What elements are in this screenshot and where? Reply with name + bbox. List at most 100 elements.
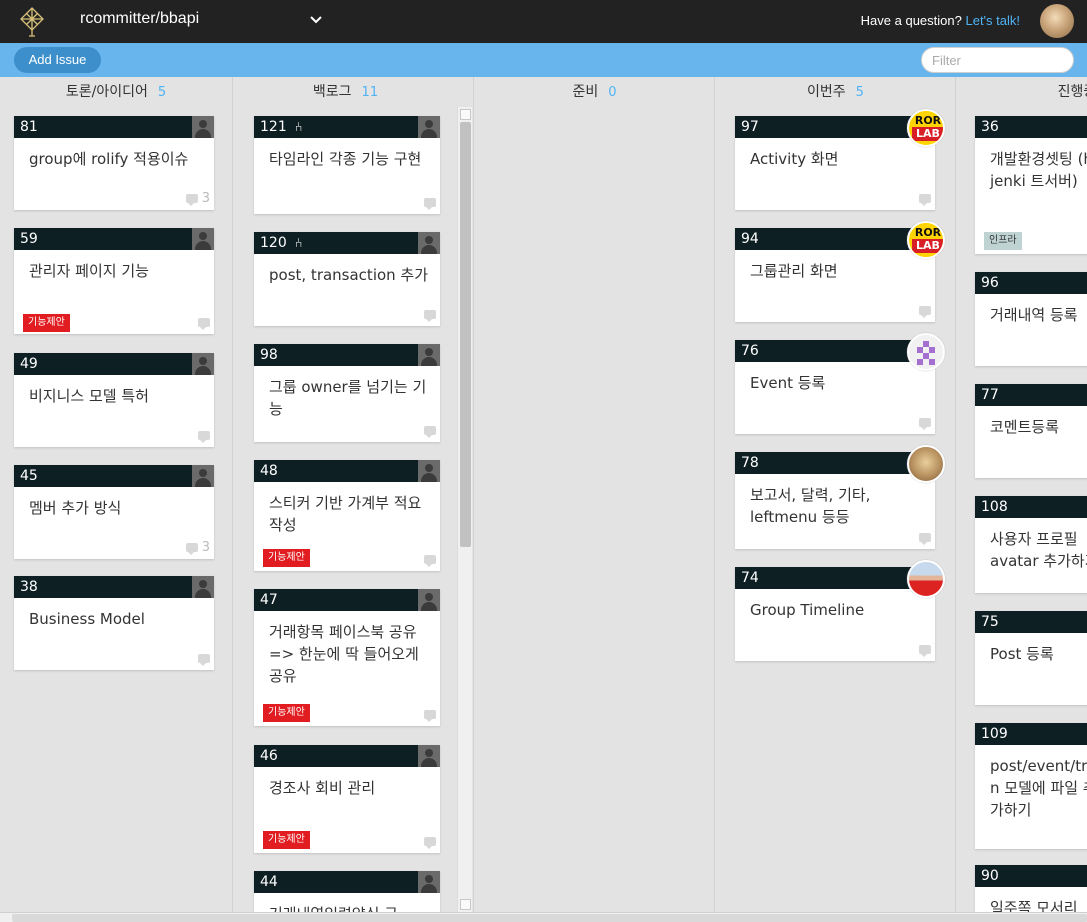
issue-card[interactable]: 96 거래내역 등록 xyxy=(975,272,1087,366)
comment-count xyxy=(919,192,931,206)
issue-card[interactable]: 75 Post 등록 xyxy=(975,611,1087,705)
issue-title[interactable]: 개발환경셋팅 (huboard, jenki 트서버) xyxy=(990,148,1087,192)
issue-card[interactable]: 121 ⑃ 타임라인 각종 기능 구현 xyxy=(254,116,440,214)
chevron-down-icon[interactable] xyxy=(309,15,323,25)
issue-card[interactable]: 97 ROR LAB Activity 화면 xyxy=(735,109,945,210)
issue-title[interactable]: 관리자 페이지 기능 xyxy=(29,260,204,282)
issue-number: 38 xyxy=(14,576,214,598)
scroll-thumb[interactable] xyxy=(460,122,471,547)
issue-card[interactable]: 90 일주쪽 모서리 xyxy=(975,865,1087,912)
issue-title[interactable]: 일주쪽 모서리 xyxy=(990,897,1087,912)
assignee-avatar[interactable] xyxy=(907,445,945,483)
comment-icon xyxy=(919,194,931,206)
assignee-avatar[interactable] xyxy=(907,560,945,598)
comment-icon xyxy=(424,198,436,210)
issue-card[interactable]: 59 관리자 페이지 기능 기능제안 xyxy=(14,228,214,334)
issue-title[interactable]: 거래내역입력양식 구 xyxy=(269,903,430,912)
add-issue-button[interactable]: Add Issue xyxy=(14,47,101,73)
label-feature-request[interactable]: 기능제안 xyxy=(263,831,310,849)
issue-card[interactable]: 38 Business Model xyxy=(14,576,214,670)
issue-card[interactable]: 120 ⑃ post, transaction 추가 xyxy=(254,232,440,326)
issue-number: 76 xyxy=(735,340,935,362)
label-feature-request[interactable]: 기능제안 xyxy=(263,704,310,722)
issue-card[interactable]: 74 Group Timeline xyxy=(735,560,945,661)
label-feature-request[interactable]: 기능제안 xyxy=(263,549,310,567)
issue-card[interactable]: 81 group에 rolify 적용이슈 3 xyxy=(14,116,214,210)
issue-title[interactable]: 사용자 프로필 avatar 추가하기 xyxy=(990,528,1087,572)
comment-count xyxy=(424,835,436,849)
issue-number: 90 xyxy=(975,865,1087,887)
issue-title[interactable]: 비지니스 모델 특허 xyxy=(29,385,204,407)
label-feature-request[interactable]: 기능제안 xyxy=(23,314,70,332)
issue-title[interactable]: 타임라인 각종 기능 구현 xyxy=(269,148,430,170)
scroll-down-arrow-icon[interactable] xyxy=(460,899,471,910)
issue-number: 46 xyxy=(254,745,440,767)
issue-card[interactable]: 44 거래내역입력양식 구 xyxy=(254,871,440,912)
issue-title[interactable]: Post 등록 xyxy=(990,643,1087,665)
scroll-up-arrow-icon[interactable] xyxy=(460,109,471,120)
default-avatar-icon xyxy=(192,576,214,598)
issue-title[interactable]: post, transaction 추가 xyxy=(269,264,430,286)
assignee-avatar[interactable]: ROR LAB xyxy=(907,221,945,259)
lets-talk-link[interactable]: Let's talk! xyxy=(965,13,1020,28)
board-toolbar: Add Issue xyxy=(0,43,1087,77)
backlog-scrollbar[interactable] xyxy=(457,107,472,912)
issue-card[interactable]: 78 보고서, 달력, 기타, leftmenu 등등 xyxy=(735,445,945,549)
issue-title[interactable]: post/event/tra n 모델에 파일 추가하기 xyxy=(990,755,1087,821)
column-count: 0 xyxy=(608,85,617,100)
issue-title[interactable]: 멤버 추가 방식 xyxy=(29,497,204,519)
issue-card[interactable]: 49 비지니스 모델 특허 xyxy=(14,353,214,447)
comment-icon xyxy=(919,645,931,657)
issue-card[interactable]: 76 Event 등록 xyxy=(735,333,945,434)
scroll-thumb[interactable] xyxy=(12,914,1087,922)
issue-title[interactable]: group에 rolify 적용이슈 xyxy=(29,148,204,170)
comment-count xyxy=(919,304,931,318)
issue-number: 120 ⑃ xyxy=(254,232,440,254)
board-horizontal-scrollbar[interactable] xyxy=(0,912,1087,922)
default-avatar-icon xyxy=(418,871,440,893)
issue-title[interactable]: 스티커 기반 가계부 적요 작성 xyxy=(269,492,430,536)
comment-count xyxy=(198,316,210,330)
issue-number: 77 xyxy=(975,384,1087,406)
issue-title[interactable]: Activity 화면 xyxy=(750,148,925,170)
repo-name[interactable]: rcommitter/bbapi xyxy=(80,10,199,28)
column-header: 진행중 xyxy=(957,77,1087,107)
issue-card[interactable]: 48 스티커 기반 가계부 적요 작성 기능제안 xyxy=(254,460,440,571)
help-prompt: Have a question? Let's talk! xyxy=(861,13,1020,28)
column-title: 백로그 xyxy=(312,84,352,100)
huboard-logo-icon[interactable] xyxy=(18,5,46,37)
issue-title[interactable]: 코멘트등록 xyxy=(990,416,1087,438)
issue-card[interactable]: 77 코멘트등록 xyxy=(975,384,1087,478)
issue-title[interactable]: Business Model xyxy=(29,608,204,630)
comment-count xyxy=(424,196,436,210)
comment-count xyxy=(198,652,210,666)
issue-title[interactable]: 보고서, 달력, 기타, leftmenu 등등 xyxy=(750,484,925,528)
issue-title[interactable]: Group Timeline xyxy=(750,599,925,621)
issue-card[interactable]: 98 그룹 owner를 넘기는 기능 xyxy=(254,344,440,442)
issue-card[interactable]: 45 멤버 추가 방식 3 xyxy=(14,465,214,559)
comment-icon xyxy=(424,710,436,722)
issue-title[interactable]: 그룹관리 화면 xyxy=(750,260,925,282)
issue-card[interactable]: 109 post/event/tra n 모델에 파일 추가하기 xyxy=(975,723,1087,849)
issue-card[interactable]: 46 경조사 회비 관리 기능제안 xyxy=(254,745,440,853)
issue-title[interactable]: 거래내역 등록 xyxy=(990,304,1087,326)
question-text: Have a question? xyxy=(860,13,962,28)
issue-title[interactable]: Event 등록 xyxy=(750,372,925,394)
comment-count: 3 xyxy=(185,192,210,206)
label-infra[interactable]: 인프라 xyxy=(984,232,1022,250)
issue-title[interactable]: 그룹 owner를 넘기는 기능 xyxy=(269,376,430,420)
issue-card[interactable]: 47 거래항목 페이스북 공유 => 한눈에 딱 들어오게 공유 기능제안 xyxy=(254,589,440,726)
assignee-avatar[interactable] xyxy=(907,333,945,371)
user-avatar[interactable] xyxy=(1040,4,1074,38)
comment-icon xyxy=(424,310,436,322)
issue-title[interactable]: 경조사 회비 관리 xyxy=(269,777,430,799)
filter-input[interactable] xyxy=(921,47,1074,73)
issue-card[interactable]: 94 ROR LAB 그룹관리 화면 xyxy=(735,221,945,322)
issue-card[interactable]: 108 사용자 프로필 avatar 추가하기 xyxy=(975,496,1087,593)
issue-card[interactable]: 36 개발환경셋팅 (huboard, jenki 트서버) 인프라 xyxy=(975,116,1087,254)
column-in-progress: 진행중 36 개발환경셋팅 (huboard, jenki 트서버) 인프라 9… xyxy=(957,77,1087,912)
issue-number: 78 xyxy=(735,452,935,474)
assignee-avatar[interactable]: ROR LAB xyxy=(907,109,945,147)
comment-icon xyxy=(919,418,931,430)
issue-title[interactable]: 거래항목 페이스북 공유 => 한눈에 딱 들어오게 공유 xyxy=(269,621,430,687)
